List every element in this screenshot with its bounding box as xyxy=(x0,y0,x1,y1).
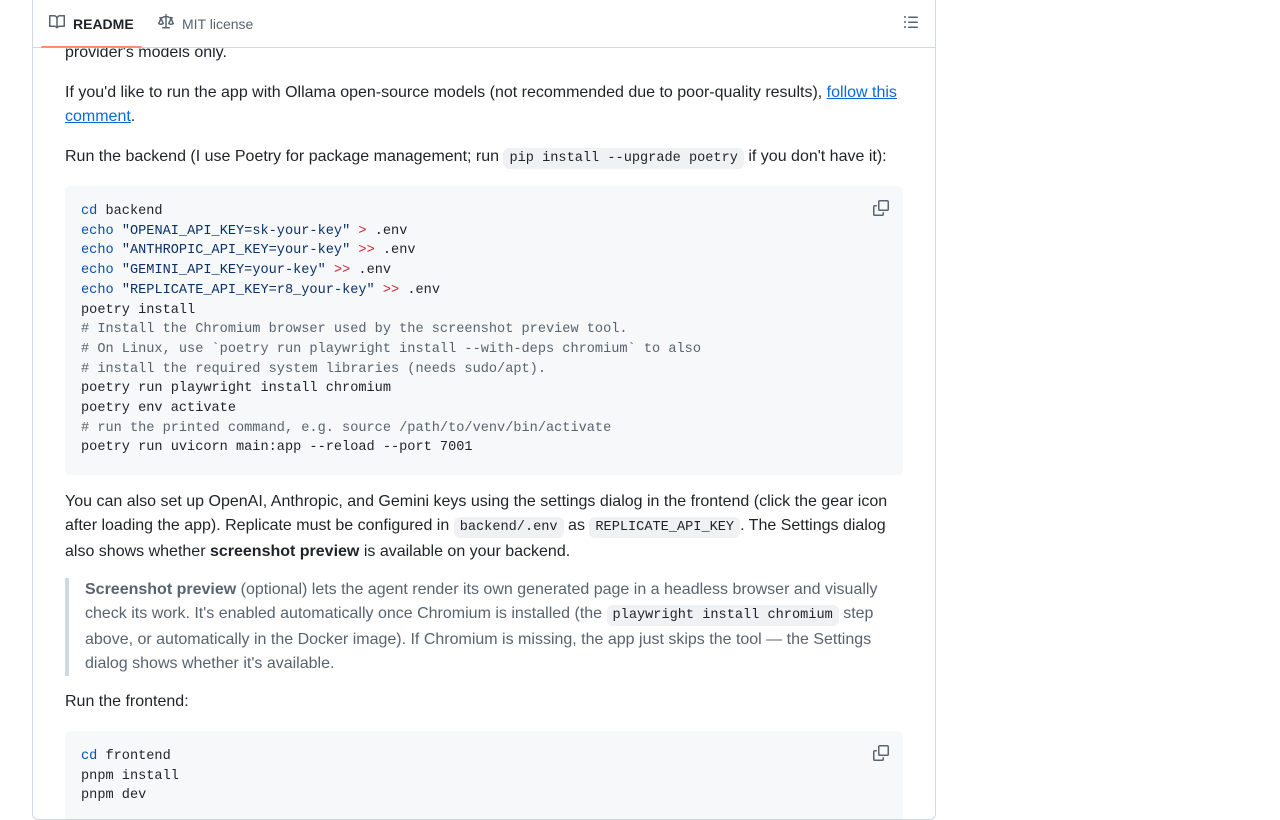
backend-code-line: echo "OPENAI_API_KEY=sk-your-key" > .env xyxy=(81,223,408,239)
copy-icon xyxy=(873,200,889,220)
backend-intro-paragraph: Run the backend (I use Poetry for packag… xyxy=(65,145,903,171)
inline-code-playwright: playwright install chromium xyxy=(606,605,839,626)
frontend-code-line: cd frontend xyxy=(81,749,171,764)
ollama-end: . xyxy=(130,108,136,125)
backend-code-line: # install the required system libraries … xyxy=(81,361,546,377)
frontend-intro-paragraph: Run the frontend: xyxy=(65,690,903,714)
tab-readme-label: README xyxy=(73,15,134,32)
scale-icon xyxy=(158,14,174,33)
backend-code-line: poetry install xyxy=(81,302,196,318)
screenshot-preview-note: Screenshot preview (optional) lets the a… xyxy=(65,578,903,676)
backend-code[interactable]: cd backend echo "OPENAI_API_KEY=sk-your-… xyxy=(65,186,903,474)
backend-intro-text: Run the backend (I use Poetry for packag… xyxy=(65,148,504,165)
backend-code-line: echo "REPLICATE_API_KEY=r8_your-key" >> … xyxy=(81,282,440,298)
frontend-code-line: pnpm install xyxy=(81,768,179,784)
backend-code-line: echo "ANTHROPIC_API_KEY=your-key" >> .en… xyxy=(81,243,416,259)
backend-code-line: poetry run uvicorn main:app --reload --p… xyxy=(81,440,473,456)
tab-license-label: MIT license xyxy=(182,15,254,32)
book-icon xyxy=(49,14,66,33)
keys-text-d: is available on your backend. xyxy=(359,543,571,560)
outline-button[interactable] xyxy=(903,14,919,30)
backend-code-line: # Install the Chromium browser used by t… xyxy=(81,322,628,338)
list-unordered-icon xyxy=(903,16,919,34)
tab-readme[interactable]: README xyxy=(41,0,142,48)
ollama-paragraph: If you'd like to run the app with Ollama… xyxy=(65,81,903,129)
frontend-code-line: pnpm dev xyxy=(81,788,147,804)
inline-code-env: backend/.env xyxy=(453,517,564,538)
backend-code-block: cd backend echo "OPENAI_API_KEY=sk-your-… xyxy=(65,186,903,475)
backend-code-line: cd backend xyxy=(81,204,163,219)
keys-paragraph: You can also set up OpenAI, Anthropic, a… xyxy=(65,490,903,564)
backend-code-line: # run the printed command, e.g. source /… xyxy=(81,420,612,436)
quote-strong: Screenshot preview xyxy=(85,581,237,598)
frontend-code[interactable]: cd frontend pnpm install pnpm dev xyxy=(65,731,903,819)
copy-icon xyxy=(873,745,889,765)
readme-tabbar: README MIT license xyxy=(33,0,935,48)
keys-text-b: as xyxy=(563,517,590,534)
frontend-code-block: cd frontend pnpm install pnpm dev xyxy=(65,731,903,819)
copy-backend-button[interactable] xyxy=(873,200,889,216)
backend-code-line: poetry env activate xyxy=(81,401,236,417)
tab-license[interactable]: MIT license xyxy=(158,0,253,47)
frontend-intro-text: Run the frontend: xyxy=(65,693,189,710)
readme-panel: README MIT license provider's models onl… xyxy=(32,0,936,820)
backend-code-line: poetry run playwright install chromium xyxy=(81,381,391,397)
ollama-text: If you'd like to run the app with Ollama… xyxy=(65,84,827,101)
backend-intro-after: if you don't have it): xyxy=(743,148,887,165)
copy-frontend-button[interactable] xyxy=(873,745,889,761)
inline-code-replicate: REPLICATE_API_KEY xyxy=(589,517,741,538)
backend-code-line: echo "GEMINI_API_KEY=your-key" >> .env xyxy=(81,263,392,279)
keys-strong: screenshot preview xyxy=(209,543,360,560)
backend-code-line: # On Linux, use `poetry run playwright i… xyxy=(81,341,701,357)
inline-code-pip: pip install --upgrade poetry xyxy=(503,148,744,169)
